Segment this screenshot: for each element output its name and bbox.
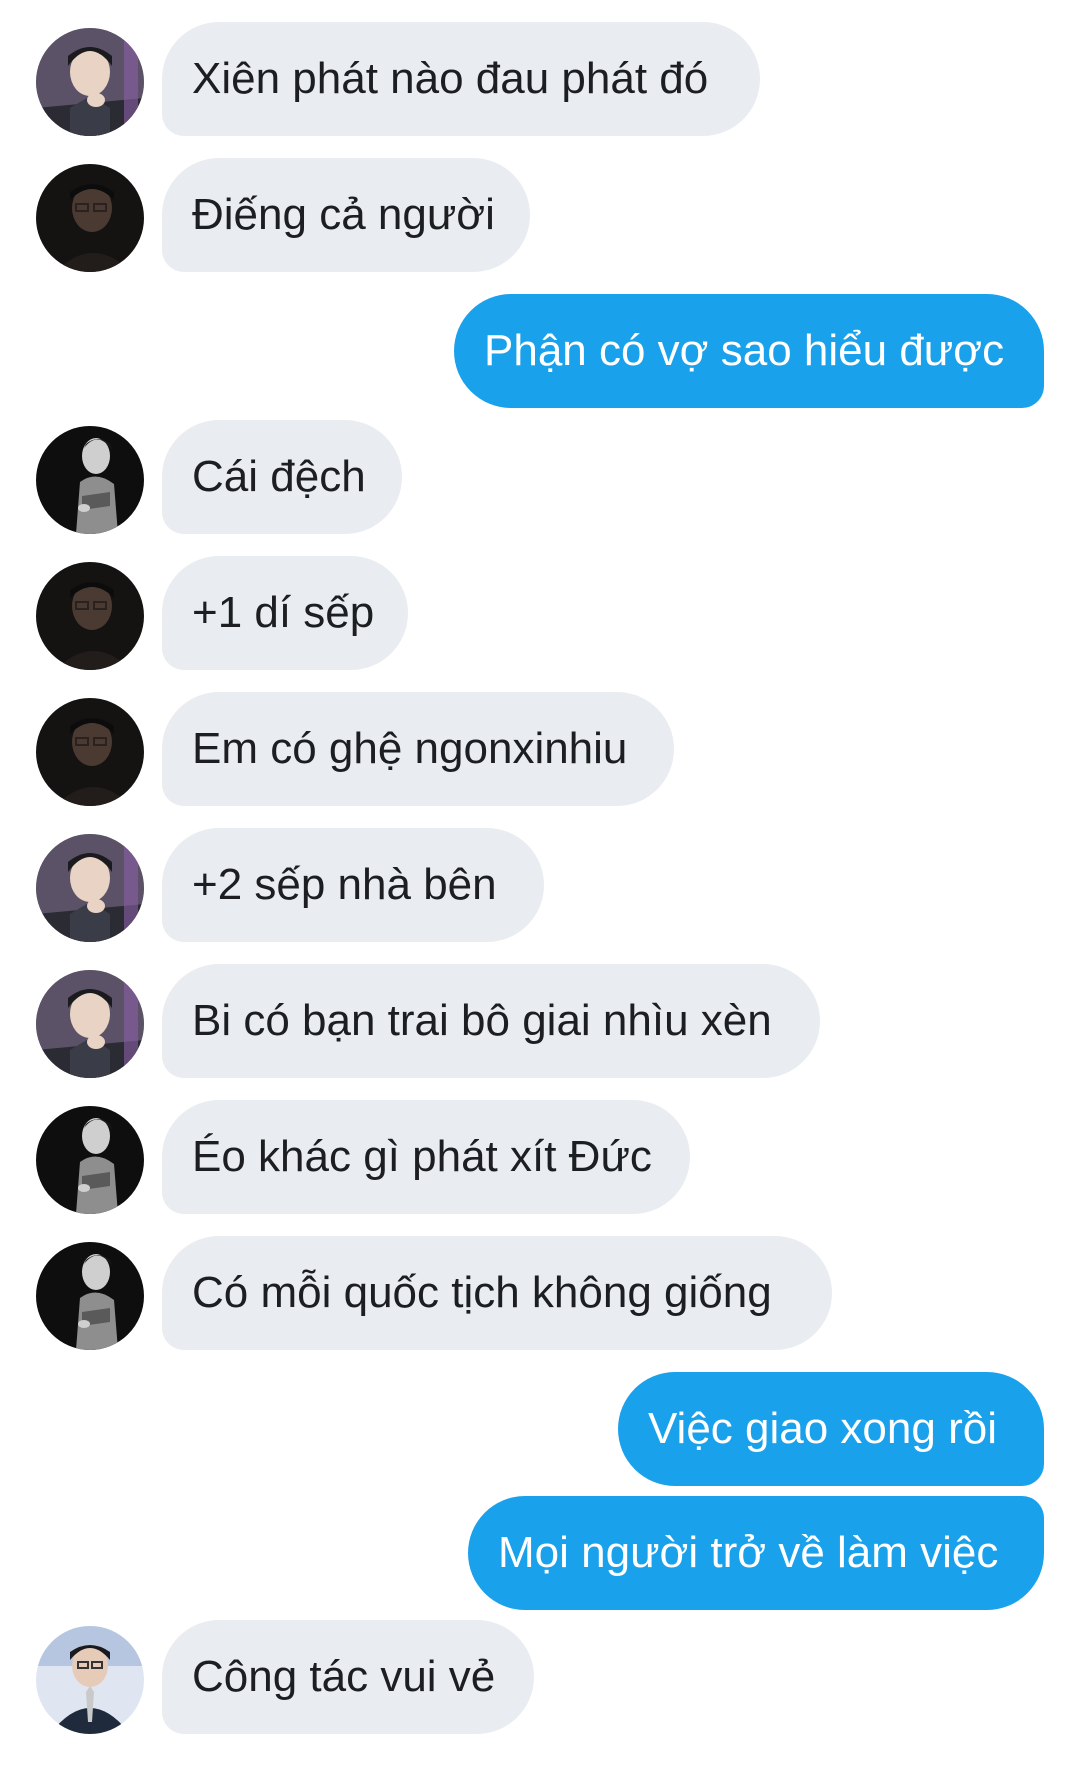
outgoing-message-bubble[interactable]: Mọi người trở về làm việc: [468, 1496, 1044, 1610]
avatar[interactable]: [36, 426, 144, 534]
message-row-incoming: +1 dí sếp: [0, 556, 1080, 670]
avatar[interactable]: [36, 28, 144, 136]
outgoing-message-bubble[interactable]: Phận có vợ sao hiểu được: [454, 294, 1044, 408]
message-row-incoming: Cái đệch: [0, 420, 1080, 534]
message-row-incoming: Điếng cả người: [0, 158, 1080, 272]
message-row-outgoing: Mọi người trở về làm việc: [0, 1496, 1080, 1610]
message-row-incoming: Em có ghệ ngonxinhiu: [0, 692, 1080, 806]
avatar-man-hand-chin-icon: [36, 834, 144, 942]
avatar[interactable]: [36, 1106, 144, 1214]
incoming-message-bubble[interactable]: Cái đệch: [162, 420, 402, 534]
message-row-incoming: Éo khác gì phát xít Đức: [0, 1100, 1080, 1214]
avatar[interactable]: [36, 970, 144, 1078]
avatar-man-bw-profile-icon: [36, 1106, 144, 1214]
incoming-message-bubble[interactable]: Bi có bạn trai bô giai nhìu xèn: [162, 964, 820, 1078]
message-row-incoming: +2 sếp nhà bên: [0, 828, 1080, 942]
chat-thread: Xiên phát nào đau phát đó Điếng cả người…: [0, 0, 1080, 1768]
message-row-incoming: Bi có bạn trai bô giai nhìu xèn: [0, 964, 1080, 1078]
avatar-man-bw-profile-icon: [36, 1242, 144, 1350]
avatar[interactable]: [36, 698, 144, 806]
avatar-man-hand-chin-icon: [36, 28, 144, 136]
message-row-incoming: Có mỗi quốc tịch không giống: [0, 1236, 1080, 1350]
avatar[interactable]: [36, 834, 144, 942]
incoming-message-bubble[interactable]: Em có ghệ ngonxinhiu: [162, 692, 674, 806]
message-row-outgoing: Việc giao xong rồi: [0, 1372, 1080, 1486]
incoming-message-bubble[interactable]: +1 dí sếp: [162, 556, 408, 670]
incoming-message-bubble[interactable]: Éo khác gì phát xít Đức: [162, 1100, 690, 1214]
avatar-man-hand-chin-icon: [36, 970, 144, 1078]
message-row-incoming: Xiên phát nào đau phát đó: [0, 22, 1080, 136]
avatar-man-suit-blue-icon: [36, 1626, 144, 1734]
message-row-incoming: Công tác vui vẻ: [0, 1620, 1080, 1734]
avatar-man-bw-profile-icon: [36, 426, 144, 534]
incoming-message-bubble[interactable]: +2 sếp nhà bên: [162, 828, 544, 942]
incoming-message-bubble[interactable]: Xiên phát nào đau phát đó: [162, 22, 760, 136]
avatar-man-glasses-dark-icon: [36, 164, 144, 272]
incoming-message-bubble[interactable]: Công tác vui vẻ: [162, 1620, 534, 1734]
avatar[interactable]: [36, 1242, 144, 1350]
outgoing-message-bubble[interactable]: Việc giao xong rồi: [618, 1372, 1044, 1486]
incoming-message-bubble[interactable]: Điếng cả người: [162, 158, 530, 272]
avatar[interactable]: [36, 562, 144, 670]
message-row-outgoing: Phận có vợ sao hiểu được: [0, 294, 1080, 408]
avatar-man-glasses-dark-icon: [36, 562, 144, 670]
avatar-man-glasses-dark-icon: [36, 698, 144, 806]
incoming-message-bubble[interactable]: Có mỗi quốc tịch không giống: [162, 1236, 832, 1350]
avatar[interactable]: [36, 1626, 144, 1734]
avatar[interactable]: [36, 164, 144, 272]
